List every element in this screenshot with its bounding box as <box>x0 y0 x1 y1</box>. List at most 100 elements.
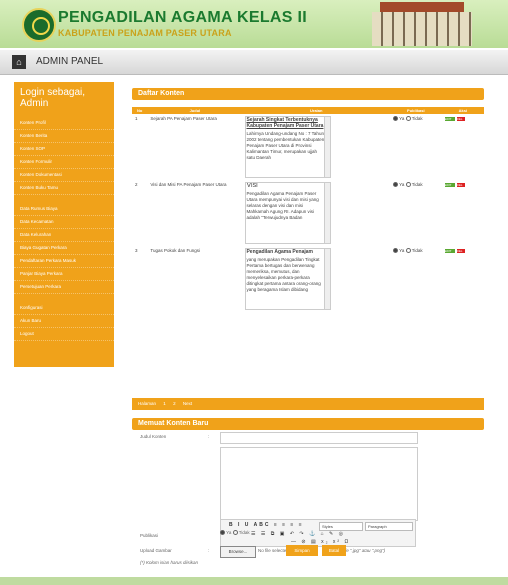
sidebar-item-data-kelurahan[interactable]: Data Kelurahan <box>14 229 114 242</box>
col-uraian: Uraian <box>242 107 390 114</box>
edit-button[interactable]: EDIT <box>444 183 455 187</box>
judul-label: Judul Konten <box>140 434 167 439</box>
publish-no-radio[interactable] <box>405 248 411 254</box>
description-box[interactable]: Visi Pengadilan Agama Penajam Paser Utar… <box>245 182 332 244</box>
publish-no-label: Tidak <box>411 182 423 187</box>
publikasi-label: Publikasi <box>140 533 159 538</box>
scrollbar[interactable] <box>324 249 331 309</box>
sidebar-item-persetujuan-perkara[interactable]: Persetujuan Perkara <box>14 281 114 294</box>
description-heading: Pengadilan Agama Penajam <box>246 249 313 255</box>
row-title: Sejarah PA Penajam Paser Utara <box>150 116 217 121</box>
styles-select[interactable]: Styles <box>319 522 363 531</box>
court-logo <box>22 8 56 42</box>
sidebar-item-logout[interactable]: Logout <box>14 328 114 341</box>
sidebar-gap <box>14 294 114 302</box>
description-heading: Sejarah Singkat Terbentuknya Kabupaten P… <box>246 117 324 129</box>
row-title: Visi dan Misi PA Penajam Paser Utara <box>150 182 227 187</box>
pagination-label: Halaman <box>138 401 157 406</box>
pagination: Halaman 1 2 Next <box>132 398 484 410</box>
browse-button[interactable]: Browse... <box>220 546 256 558</box>
site-title: PENGADILAN AGAMA KELAS II <box>58 9 307 26</box>
footer-strip <box>0 577 508 585</box>
row-no: 3 <box>135 248 138 253</box>
site-header: PENGADILAN AGAMA KELAS II KABUPATEN PENA… <box>0 0 508 48</box>
sidebar-item-panjar-biaya[interactable]: Panjar Biaya Perkara <box>14 268 114 281</box>
publish-yes-label: Ya <box>399 182 405 187</box>
publish-no-label: Tidak <box>411 116 423 121</box>
courthouse-image <box>372 2 472 46</box>
publikasi-options: Ya Tidak <box>220 530 250 536</box>
sidebar-item-konten-sop[interactable]: Konten SOP <box>14 143 114 156</box>
description-box[interactable]: Pengadilan Agama Penajam yang merupakan … <box>245 248 332 310</box>
description-box[interactable]: Sejarah Singkat Terbentuknya Kabupaten P… <box>245 116 332 178</box>
row-no: 2 <box>135 182 138 187</box>
format-buttons-row2[interactable]: ☰ ☰ ⧉ ▣ ↶ ↷ ⚓ ⌂ ✎ ◎ <box>251 531 345 537</box>
upload-separator: : <box>208 548 210 553</box>
delete-button[interactable]: DEL <box>456 249 465 253</box>
upload-hint: (File ".jpg" atau ".png") <box>340 548 386 553</box>
rich-text-editor[interactable] <box>220 447 418 521</box>
page-2-link[interactable]: 2 <box>173 401 176 406</box>
col-judul: Judul <box>147 107 243 114</box>
sidebar-item-konten-berita[interactable]: Konten Berita <box>14 130 114 143</box>
home-icon[interactable]: ⌂ <box>12 55 26 69</box>
page-1-link[interactable]: 1 <box>163 401 166 406</box>
form-publish-yes-radio[interactable] <box>220 530 225 536</box>
sidebar-item-konten-profil[interactable]: Konten Profil <box>14 117 114 130</box>
col-no: No <box>132 107 148 114</box>
sidebar-item-data-kecamatan[interactable]: Data Kecamatan <box>14 216 114 229</box>
description-heading: Visi <box>246 182 258 189</box>
sidebar-item-akun-baru[interactable]: Akun Baru <box>14 315 114 328</box>
sidebar-item-data-rumus-biaya[interactable]: Data Rumus Biaya <box>14 203 114 216</box>
publish-yes-radio[interactable] <box>392 248 398 254</box>
sidebar-item-konfigurasi[interactable]: Konfigurasi <box>14 302 114 315</box>
col-aksi: Aksi <box>441 107 484 114</box>
login-greeting: Login sebagai, Admin <box>20 87 86 109</box>
content-table: No Judul Uraian Publikasi Aksi 1 Sejarah… <box>132 107 484 312</box>
edit-button[interactable]: EDIT <box>444 249 455 253</box>
paragraph-select[interactable]: Paragraph <box>365 522 413 531</box>
content-list-panel: Daftar Konten No Judul Uraian Publikasi … <box>132 88 484 312</box>
description-text: Lahirnya Undang-undang No : 7 Tahun 2002… <box>246 131 325 160</box>
table-row: 1 Sejarah PA Penajam Paser Utara Sejarah… <box>132 114 484 180</box>
description-text: yang merupakan Pengadilan Tingkat Pertam… <box>246 257 321 292</box>
table-row: 3 Tugas Pokok dan Fungsi Pengadilan Agam… <box>132 246 484 312</box>
table-row: 2 Visi dan Misi PA Penajam Paser Utara V… <box>132 180 484 246</box>
publish-yes-radio[interactable] <box>392 182 398 188</box>
form-publish-yes-label: Ya <box>226 530 232 535</box>
row-title: Tugas Pokok dan Fungsi <box>150 248 200 253</box>
delete-button[interactable]: DEL <box>456 183 465 187</box>
delete-button[interactable]: DEL <box>456 117 465 121</box>
publish-yes-label: Ya <box>399 116 405 121</box>
sidebar-item-konten-dokumentasi[interactable]: Konten Dokumentasi <box>14 169 114 182</box>
row-no: 1 <box>135 116 138 121</box>
new-content-title: Memuat Konten Baru <box>132 418 484 430</box>
scrollbar[interactable] <box>324 183 331 243</box>
format-buttons-row1[interactable]: B I U ABC ≡ ≡ ≡ ≡ <box>229 522 304 528</box>
new-content-panel: Memuat Konten Baru <box>132 418 484 430</box>
form-publish-no-radio[interactable] <box>232 530 238 536</box>
admin-panel-title: ADMIN PANEL <box>36 56 104 67</box>
publish-yes-radio[interactable] <box>392 116 398 122</box>
description-text: Pengadilan Agama Penajam Paser Utara mem… <box>246 191 319 220</box>
required-note: (*) Kolom isian harus diisikan <box>140 560 199 565</box>
publish-yes-label: Ya <box>399 248 405 253</box>
admin-bar: ⌂ ADMIN PANEL <box>0 50 508 75</box>
next-link[interactable]: Next <box>183 401 192 406</box>
cancel-button[interactable]: Batal <box>322 545 346 556</box>
publish-no-label: Tidak <box>411 248 423 253</box>
judul-separator: : <box>208 434 210 439</box>
edit-button[interactable]: EDIT <box>444 117 455 121</box>
save-button[interactable]: Simpan <box>286 545 318 556</box>
sidebar-item-pendaftaran-perkara[interactable]: Pendaftaran Perkara Masuk <box>14 255 114 268</box>
scrollbar[interactable] <box>324 117 331 177</box>
publish-no-radio[interactable] <box>405 182 411 188</box>
judul-input[interactable] <box>220 432 418 444</box>
sidebar-item-konten-buku-tamu[interactable]: Konten Buku Tamu <box>14 182 114 195</box>
sidebar-item-konten-formulir[interactable]: Konten Formulir <box>14 156 114 169</box>
form-publish-no-label: Tidak <box>238 530 250 535</box>
sidebar-item-biaya-gugatan[interactable]: Biaya Gugatan Perkara <box>14 242 114 255</box>
col-publikasi: Publikasi <box>389 107 442 114</box>
publish-no-radio[interactable] <box>405 116 411 122</box>
site-subtitle: KABUPATEN PENAJAM PASER UTARA <box>58 28 232 38</box>
